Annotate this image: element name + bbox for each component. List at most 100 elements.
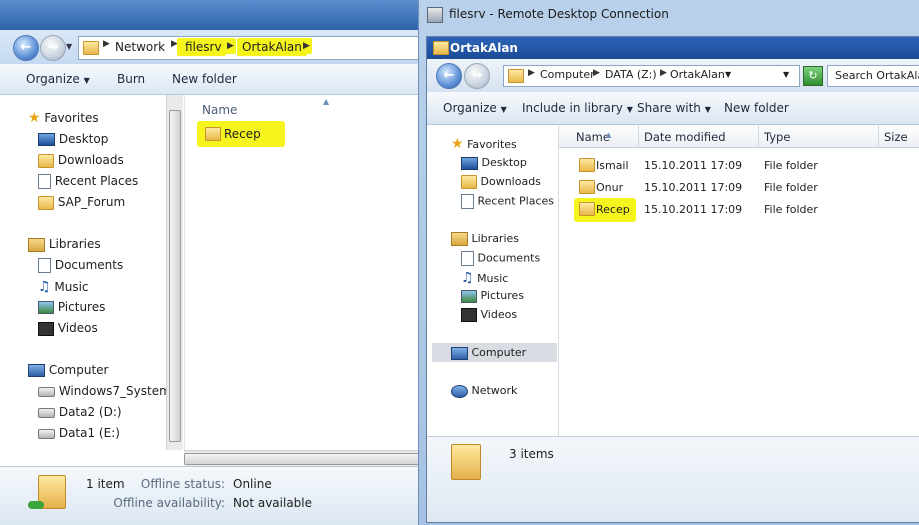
remote-nav-music[interactable]: ♫ Music: [461, 270, 508, 286]
nav-documents[interactable]: Documents: [38, 258, 123, 273]
column-header-date[interactable]: Date modified: [644, 130, 726, 144]
breadcrumb-network[interactable]: Network: [115, 40, 165, 54]
libraries-icon: [28, 237, 45, 252]
row-type: File folder: [764, 159, 818, 172]
folder-icon: [579, 158, 595, 172]
column-header-type[interactable]: Type: [764, 130, 790, 144]
include-in-library-button[interactable]: Include in library ▼: [522, 101, 633, 115]
include-label: Include in library: [522, 101, 623, 115]
chevron-down-icon: ▼: [704, 105, 711, 114]
breadcrumb-separator: ▶: [528, 68, 535, 78]
table-row[interactable]: Onur 15.10.2011 17:09 File folder: [560, 177, 919, 197]
nav-pictures[interactable]: Pictures: [38, 300, 105, 314]
remote-address-bar[interactable]: ▶ Computer ▶ DATA (Z:) ▶ OrtakAlan ▼ ▼: [503, 65, 800, 87]
nav-libraries[interactable]: Libraries: [28, 237, 101, 252]
remote-nav-favorites[interactable]: ★ Favorites: [451, 136, 517, 152]
column-divider[interactable]: [758, 125, 759, 147]
row-date: 15.10.2011 17:09: [644, 203, 743, 216]
remote-nav-videos[interactable]: Videos: [461, 308, 517, 322]
chevron-down-icon[interactable]: ▼: [725, 70, 731, 79]
breadcrumb-separator: ▶: [660, 68, 667, 78]
row-type: File folder: [764, 181, 818, 194]
nav-computer[interactable]: Computer: [28, 363, 108, 377]
nav-sap-forum[interactable]: SAP_Forum: [38, 195, 125, 210]
horizontal-scrollbar[interactable]: [184, 450, 418, 467]
remote-nav-pictures[interactable]: Pictures: [461, 289, 524, 303]
nav-label: Music: [54, 280, 89, 294]
remote-nav-network[interactable]: Network: [451, 384, 517, 398]
breadcrumb-separator: ▶: [593, 68, 600, 78]
breadcrumb-ortakalan[interactable]: OrtakAlan: [237, 38, 307, 56]
nav-label: Network: [471, 384, 518, 397]
list-item[interactable]: Recep: [197, 121, 285, 147]
organize-label: Organize: [26, 72, 80, 86]
remote-nav-recent-places[interactable]: Recent Places: [461, 194, 554, 209]
videos-icon: [38, 321, 54, 336]
table-row[interactable]: Recep 15.10.2011 17:09 File folder: [560, 198, 919, 222]
column-header-name[interactable]: Name: [202, 103, 237, 117]
refresh-icon[interactable]: ↻: [803, 66, 823, 86]
remote-breadcrumb-data-z[interactable]: DATA (Z:): [605, 68, 657, 81]
remote-item-count: 3 items: [509, 447, 554, 461]
new-folder-button[interactable]: New folder: [172, 72, 237, 86]
nav-label: Pictures: [57, 300, 106, 314]
nav-label: Documents: [54, 258, 124, 272]
remote-search-input[interactable]: Search OrtakAlan: [827, 65, 919, 87]
burn-button[interactable]: Burn: [117, 72, 145, 86]
back-button[interactable]: ←: [13, 35, 39, 61]
pictures-icon: [461, 289, 477, 303]
offline-status-label: Offline status:: [140, 477, 225, 491]
recent-pages-chevron-icon[interactable]: ▼: [66, 42, 72, 51]
organize-button[interactable]: Organize ▼: [26, 72, 90, 86]
remote-nav-computer[interactable]: Computer: [451, 346, 526, 360]
nav-desktop[interactable]: Desktop: [38, 132, 108, 146]
nav-data1[interactable]: Data1 (E:): [38, 426, 120, 440]
column-divider[interactable]: [638, 125, 639, 147]
address-history-chevron-icon[interactable]: ▼: [783, 70, 789, 79]
remote-back-button[interactable]: ←: [436, 63, 462, 89]
network-icon: [451, 384, 468, 398]
folder-icon: [83, 41, 99, 55]
remote-organize-button[interactable]: Organize ▼: [443, 101, 507, 115]
music-icon: ♫: [38, 279, 51, 295]
desktop-icon: [38, 133, 55, 146]
remote-breadcrumb-computer[interactable]: Computer: [540, 68, 595, 81]
breadcrumb-filesrv[interactable]: filesrv: [177, 38, 226, 56]
column-header-name[interactable]: Name: [576, 130, 610, 144]
music-icon: ♫: [461, 270, 474, 286]
remote-nav-documents[interactable]: Documents: [461, 251, 540, 266]
remote-nav-downloads[interactable]: Downloads: [461, 175, 541, 189]
table-row[interactable]: Ismail 15.10.2011 17:09 File folder: [560, 155, 919, 175]
documents-icon: [461, 251, 474, 266]
scrollbar-thumb[interactable]: [169, 110, 181, 442]
remote-forward-button[interactable]: →: [464, 63, 490, 89]
nav-data2[interactable]: Data2 (D:): [38, 405, 122, 419]
forward-button[interactable]: →: [40, 35, 66, 61]
nav-label: Recent Places: [477, 194, 555, 208]
chevron-down-icon: ▼: [83, 76, 90, 85]
row-name: Recep: [596, 203, 630, 216]
nav-music[interactable]: ♫ Music: [38, 279, 89, 295]
nav-favorites[interactable]: ★ Favorites: [28, 110, 99, 126]
nav-label: Downloads: [57, 153, 124, 167]
remote-breadcrumb-ortakalan[interactable]: OrtakAlan: [670, 68, 725, 81]
documents-icon: [38, 258, 51, 273]
nav-label: SAP_Forum: [57, 195, 126, 209]
remote-nav-desktop[interactable]: Desktop: [461, 156, 527, 170]
nav-windows7-system[interactable]: Windows7_System (: [38, 384, 179, 398]
share-with-button[interactable]: Share with ▼: [637, 101, 711, 115]
address-bar[interactable]: ▶ Network ▶ filesrv ▶ OrtakAlan ▶: [78, 36, 418, 60]
item-name: Recep: [224, 127, 261, 141]
folder-icon: [508, 69, 524, 83]
nav-downloads[interactable]: Downloads: [38, 153, 124, 168]
nav-recent-places[interactable]: Recent Places: [38, 174, 138, 189]
recent-places-icon: [38, 174, 51, 189]
remote-nav-libraries[interactable]: Libraries: [451, 232, 519, 246]
file-list: Name ▲ Recep: [184, 95, 418, 450]
nav-videos[interactable]: Videos: [38, 321, 98, 336]
offline-availability-label: Offline availability:: [113, 496, 225, 510]
column-header-size[interactable]: Size: [884, 130, 908, 144]
remote-new-folder-button[interactable]: New folder: [724, 101, 789, 115]
column-divider[interactable]: [878, 125, 879, 147]
scrollbar-thumb[interactable]: [184, 453, 418, 465]
